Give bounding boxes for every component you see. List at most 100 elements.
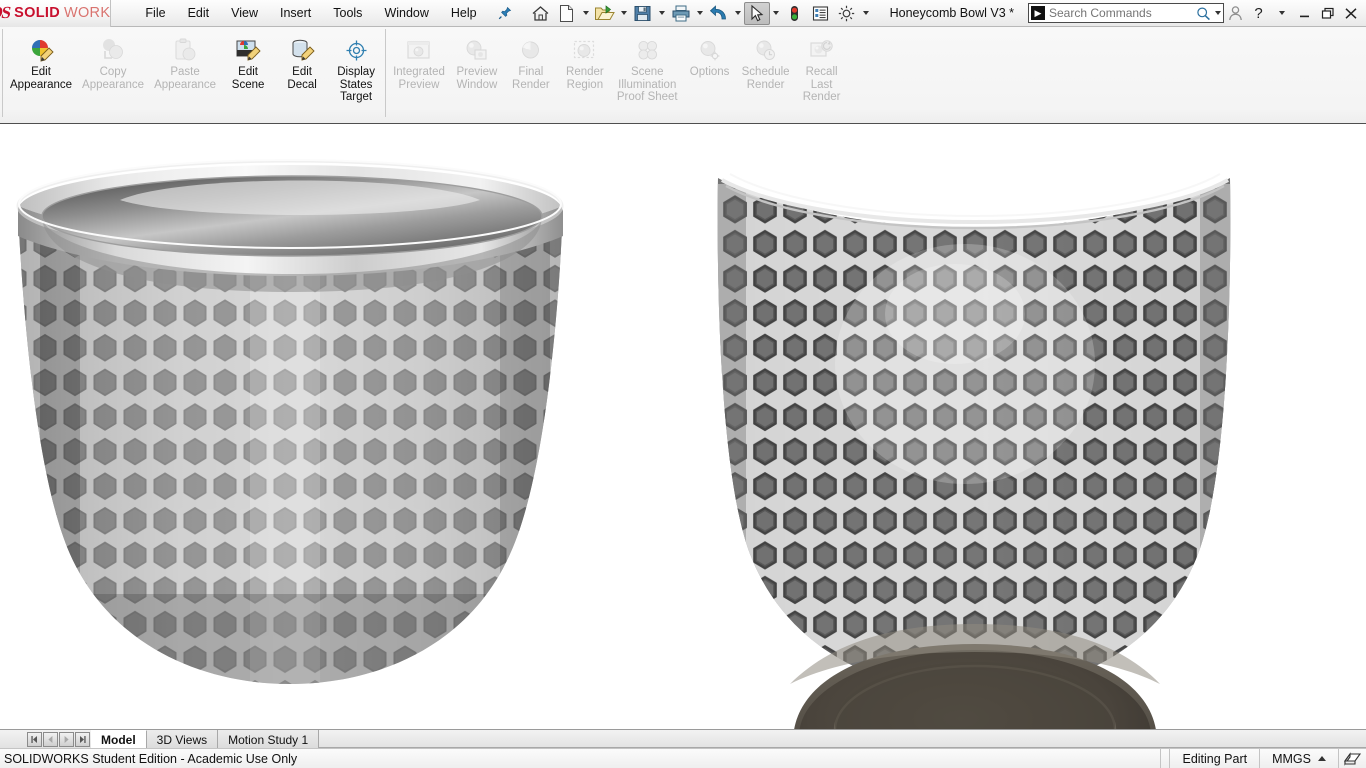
menu-item-edit[interactable]: Edit (177, 3, 221, 23)
display-states-target-button[interactable]: Display States Target (329, 33, 383, 105)
tab-3d-views[interactable]: 3D Views (146, 730, 219, 748)
chevron-down-icon (772, 11, 779, 15)
pushpin-icon[interactable] (496, 4, 514, 22)
edit-scene-icon (234, 36, 262, 64)
graphics-viewport[interactable] (0, 124, 1366, 729)
nav-prev-icon (48, 735, 53, 743)
undo-caret[interactable] (732, 2, 744, 25)
new-document-button[interactable] (554, 2, 580, 25)
select-button[interactable] (743, 1, 770, 25)
chevron-down-icon (620, 11, 627, 15)
render-region-label: Render Region (566, 66, 604, 91)
schedule-render-button[interactable]: Schedule Render (737, 33, 795, 92)
magnifier-icon[interactable] (1195, 6, 1212, 21)
edit-decal-button[interactable]: Edit Decal (275, 33, 329, 92)
license-text: SOLIDWORKS Student Edition - Academic Us… (4, 751, 298, 766)
options-caret[interactable] (860, 2, 872, 25)
integrated-preview-label: Integrated Preview (393, 66, 445, 91)
undo-arrow-icon (709, 4, 726, 19)
recall-last-render-button[interactable]: Recall Last Render (795, 33, 849, 105)
final-render-button[interactable]: Final Render (504, 33, 558, 92)
preview-window-icon (463, 36, 491, 64)
display-style-button[interactable] (808, 2, 834, 25)
copy-appearance-icon (99, 36, 127, 64)
home-button[interactable] (528, 2, 554, 25)
solidworks-window: ƏS SOLID WORKS File Edit View Insert Too… (0, 0, 1366, 768)
save-button[interactable] (630, 2, 656, 25)
restore-button[interactable] (1316, 2, 1339, 25)
edit-appearance-icon (27, 36, 55, 64)
chevron-down-icon (862, 11, 869, 15)
menu-item-view[interactable]: View (220, 3, 269, 23)
select-cursor-icon (751, 4, 764, 21)
quick-access-toolbar (528, 1, 872, 25)
ribbon-separator-middle (385, 29, 387, 117)
edit-appearance-label: Edit Appearance (10, 66, 73, 91)
chevron-up-icon[interactable] (1318, 756, 1326, 761)
select-caret[interactable] (770, 2, 782, 25)
options-button[interactable] (834, 2, 860, 25)
window-controls: ? (1224, 2, 1366, 25)
integrated-preview-icon (405, 36, 433, 64)
open-document-caret[interactable] (618, 2, 630, 25)
final-render-icon (517, 36, 545, 64)
nav-first-button[interactable] (27, 731, 42, 747)
menu-item-window[interactable]: Window (373, 3, 439, 23)
search-input[interactable] (1049, 6, 1195, 20)
render-options-button[interactable]: Options (683, 33, 737, 80)
tab-model[interactable]: Model (91, 730, 147, 748)
undo-button[interactable] (706, 2, 732, 25)
print-caret[interactable] (694, 2, 706, 25)
solidworks-logo[interactable]: ƏS SOLID WORKS (0, 0, 112, 27)
preview-window-button[interactable]: Preview Window (450, 33, 504, 92)
tab-motion-study-1[interactable]: Motion Study 1 (218, 730, 320, 748)
search-caret-icon[interactable] (1215, 11, 1221, 15)
copy-appearance-button[interactable]: Copy Appearance (77, 33, 149, 92)
integrated-preview-button[interactable]: Integrated Preview (388, 33, 450, 92)
render-options-label: Options (689, 66, 730, 78)
help-button[interactable]: ? (1247, 2, 1270, 25)
menu-item-insert[interactable]: Insert (269, 3, 322, 23)
edit-scene-button[interactable]: Edit Scene (221, 33, 275, 92)
appearance-group: Edit Appearance Copy Appearance Paste Ap… (5, 27, 383, 119)
menu-item-help[interactable]: Help (440, 3, 488, 23)
nav-prev-button[interactable] (43, 731, 58, 747)
status-bar: SOLIDWORKS Student Edition - Academic Us… (0, 748, 1366, 768)
paste-appearance-icon (171, 36, 199, 64)
schedule-render-label: Schedule Render (741, 66, 790, 91)
save-caret[interactable] (656, 2, 668, 25)
gear-icon (838, 5, 855, 21)
rendered-model-scene (0, 124, 1366, 729)
paste-appearance-label: Paste Appearance (154, 66, 217, 91)
menu-item-tools[interactable]: Tools (322, 3, 373, 23)
open-document-button[interactable] (592, 2, 618, 25)
rebuild-button[interactable] (782, 2, 808, 25)
shaded-display-cell[interactable] (1338, 748, 1366, 768)
print-button[interactable] (668, 2, 694, 25)
search-commands-box[interactable]: ▶ (1028, 3, 1224, 23)
menu-bar: ƏS SOLID WORKS File Edit View Insert Too… (0, 0, 1366, 27)
command-search-flyout-icon[interactable]: ▶ (1031, 6, 1045, 20)
new-document-caret[interactable] (580, 2, 592, 25)
tab-nav-buttons (27, 730, 91, 748)
paste-appearance-button[interactable]: Paste Appearance (149, 33, 221, 92)
scene-illumination-proof-sheet-button[interactable]: Scene Illumination Proof Sheet (612, 33, 683, 105)
close-button[interactable] (1339, 2, 1362, 25)
units-cell[interactable]: MMGS (1259, 748, 1338, 768)
logo-works-text: WORKS (63, 5, 111, 21)
menu-items: File Edit View Insert Tools Window Help (134, 3, 513, 23)
scene-illumination-proof-sheet-icon (633, 36, 661, 64)
render-tools-ribbon: Edit Appearance Copy Appearance Paste Ap… (0, 27, 1366, 124)
tab-bar-filler (319, 730, 1366, 748)
menu-item-file[interactable]: File (134, 3, 176, 23)
minimize-button[interactable] (1293, 2, 1316, 25)
edit-appearance-button[interactable]: Edit Appearance (5, 33, 77, 92)
user-account-icon[interactable] (1224, 2, 1247, 25)
help-caret[interactable] (1270, 2, 1293, 25)
nav-next-button[interactable] (59, 731, 74, 747)
chevron-down-icon (1278, 11, 1285, 15)
display-states-target-icon (342, 36, 370, 64)
nav-last-button[interactable] (75, 731, 90, 747)
render-region-button[interactable]: Render Region (558, 33, 612, 92)
status-spacer-cell (1160, 748, 1169, 768)
